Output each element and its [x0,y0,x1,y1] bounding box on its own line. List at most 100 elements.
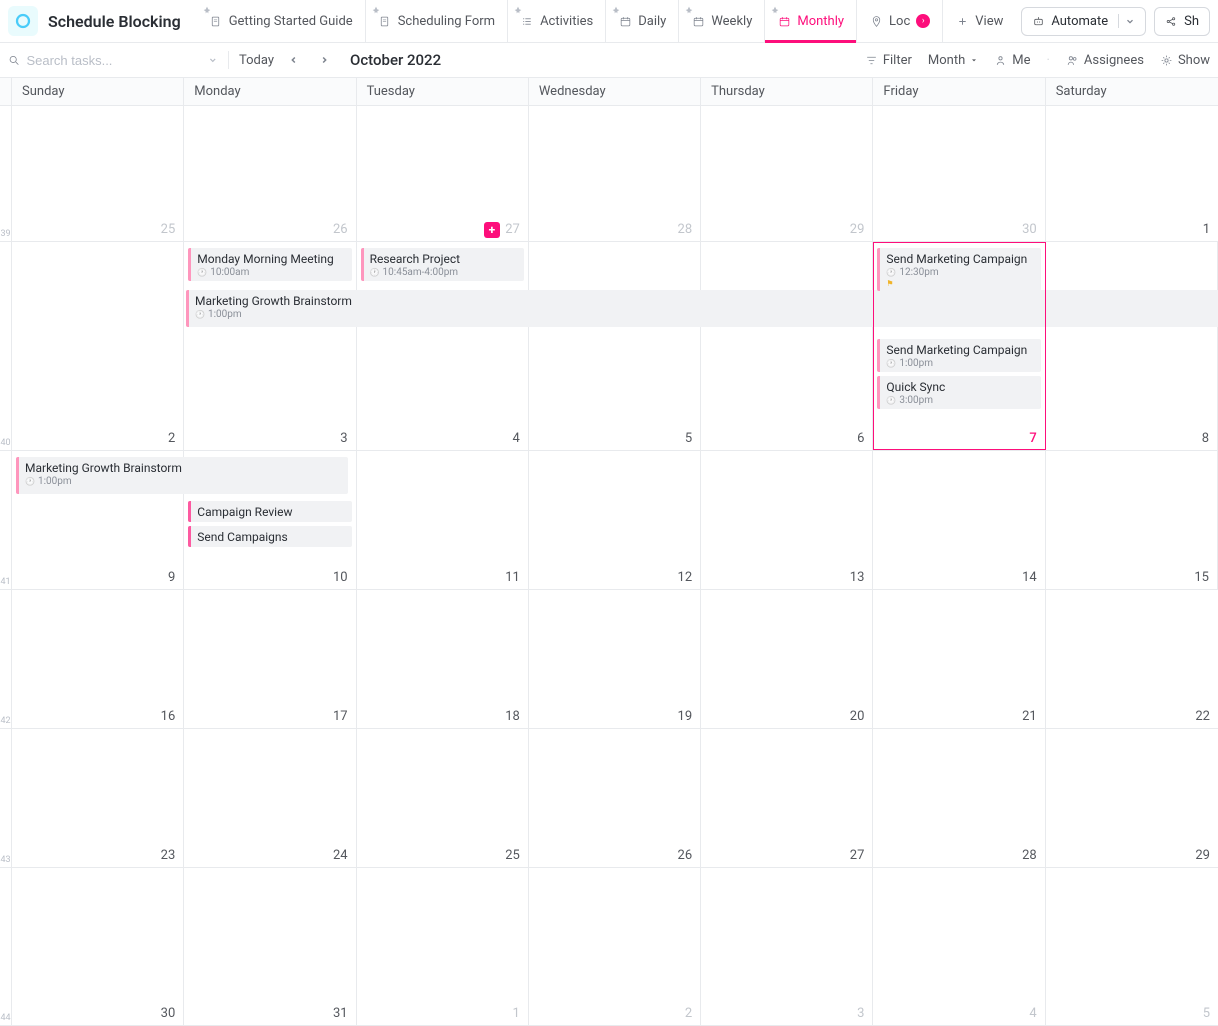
calendar-cell[interactable]: 2 [12,242,184,450]
calendar-cell[interactable]: Research Project10:45am-4:00pm4 [357,242,529,450]
calendar-cell[interactable]: 1 [357,868,529,1025]
calendar-cell[interactable]: 12 [529,451,701,589]
add-event-button[interactable]: + [484,222,500,238]
calendar-cell[interactable]: 23 [12,729,184,867]
calendar-cell[interactable]: 25 [357,729,529,867]
calendar-cell[interactable]: 5 [529,242,701,450]
tab-daily[interactable]: Daily [605,0,678,42]
date-number: 8 [1202,431,1209,446]
calendar-cell[interactable]: Monday Morning Meeting10:00am 3 [184,242,356,450]
calendar-week: 419Campaign ReviewSend Campaigns10111213… [0,451,1218,590]
calendar-cell[interactable]: 21 [873,590,1045,728]
day-header: Saturday [1046,78,1218,105]
calendar-cell[interactable]: 28 [873,729,1045,867]
date-number: 3 [857,1006,864,1021]
workspace-logo[interactable] [8,6,38,36]
date-number: 23 [161,848,176,863]
cell-events: Research Project10:45am-4:00pm [357,242,528,281]
event-time: 1:00pm [195,309,1216,320]
calendar-event-span[interactable]: Marketing Growth Brainstorm1:00pm [16,457,348,494]
date-number: 15 [1194,570,1209,585]
calendar-icon [777,14,791,28]
calendar-cell[interactable]: 29 [1046,729,1218,867]
calendar-event[interactable]: Research Project10:45am-4:00pm [361,248,524,281]
date-number: 22 [1195,709,1210,724]
calendar-cell[interactable]: 24 [184,729,356,867]
today-button[interactable]: Today [239,53,274,68]
calendar-cell[interactable]: 29 [701,102,873,241]
prev-month-button[interactable] [284,50,304,70]
tab-loc[interactable]: Loc› [856,0,942,42]
calendar-cell[interactable]: 17 [184,590,356,728]
tab-activities[interactable]: Activities [507,0,605,42]
calendar-cell[interactable]: 13 [701,451,873,589]
next-month-button[interactable] [314,50,334,70]
calendar-cell[interactable]: 18 [357,590,529,728]
search-input[interactable] [26,53,202,68]
tab-getting-started-guide[interactable]: Getting Started Guide [197,0,365,42]
calendar-event[interactable]: Send Marketing Campaign12:30pm⚑ [877,248,1040,291]
location-icon [869,14,883,28]
calendar-cell[interactable]: 19 [529,590,701,728]
calendar-week: 44303112345 [0,868,1218,1026]
tab-view[interactable]: View [942,0,1015,42]
event-time: 10:00am [197,267,345,278]
assignees-filter[interactable]: Assignees [1066,53,1144,68]
workspace-title: Schedule Blocking [48,12,181,31]
automate-button[interactable]: Automate [1021,7,1146,36]
calendar-cell[interactable]: 20 [701,590,873,728]
divider [228,51,229,69]
calendar-cell[interactable]: 11 [357,451,529,589]
calendar-cell[interactable]: 30 [873,102,1045,241]
calendar-cell[interactable]: 6 [701,242,873,450]
chevron-left-icon [289,55,299,65]
calendar-event[interactable]: Send Marketing Campaign1:00pm [877,339,1040,372]
date-number: 28 [1022,848,1037,863]
date-number: 30 [1022,222,1037,237]
tab-label: Scheduling Form [398,14,495,29]
calendar-cell[interactable]: 22 [1046,590,1218,728]
calendar-cell[interactable]: 28 [529,102,701,241]
calendar-cell[interactable]: 15 [1046,451,1218,589]
calendar-cell[interactable]: 8 [1046,242,1218,450]
calendar-event[interactable]: Quick Sync3:00pm [877,376,1040,409]
share-button[interactable]: Sh [1154,7,1210,36]
calendar-cell[interactable]: 14 [873,451,1045,589]
me-filter[interactable]: Me [994,53,1030,68]
plus-icon [955,14,969,28]
calendar-cell[interactable]: 16 [12,590,184,728]
calendar-cell[interactable]: 26 [184,102,356,241]
date-number: 17 [333,709,348,724]
calendar-cell[interactable]: 26 [529,729,701,867]
calendar-cell[interactable]: 31 [184,868,356,1025]
calendar-event-span[interactable]: Marketing Growth Brainstorm1:00pm [186,290,1218,327]
event-title: Marketing Growth Brainstorm [195,294,1216,308]
filter-button[interactable]: Filter [865,53,912,68]
doc-icon [209,14,223,28]
date-number: 1 [513,1006,520,1021]
calendar-cell[interactable]: Send Marketing Campaign12:30pm⚑ Send Mark… [873,242,1045,450]
tab-scheduling-form[interactable]: Scheduling Form [365,0,507,42]
date-number: 9 [168,570,175,585]
chevron-down-icon[interactable] [208,55,218,65]
calendar-cell[interactable]: 3 [701,868,873,1025]
calendar-week: 39252627+2829301 [0,102,1218,242]
calendar-cell[interactable]: 4 [873,868,1045,1025]
calendar-event[interactable]: Campaign Review [188,501,351,522]
tab-weekly[interactable]: Weekly [678,0,764,42]
tab-monthly[interactable]: Monthly [764,0,856,42]
tab-label: Activities [540,14,593,29]
calendar-cell[interactable]: 1 [1046,102,1218,241]
calendar-cell[interactable]: 5 [1046,868,1218,1025]
show-button[interactable]: Show [1160,53,1210,68]
period-select[interactable]: Month [928,53,978,68]
date-number: 3 [340,431,347,446]
calendar-event[interactable]: Monday Morning Meeting10:00am [188,248,351,281]
calendar: SundayMondayTuesdayWednesdayThursdayFrid… [0,78,1218,1026]
calendar-cell[interactable]: 27+ [357,102,529,241]
calendar-event[interactable]: Send Campaigns [188,526,351,547]
calendar-cell[interactable]: 27 [701,729,873,867]
calendar-cell[interactable]: 30 [12,868,184,1025]
calendar-cell[interactable]: 2 [529,868,701,1025]
calendar-cell[interactable]: 25 [12,102,184,241]
